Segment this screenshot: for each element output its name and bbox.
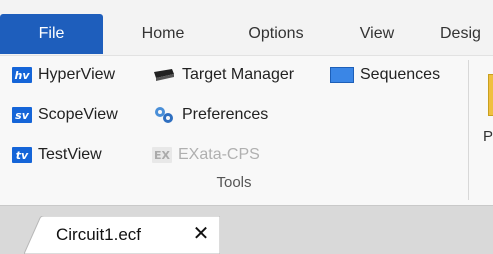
exata-cps-icon: EX	[152, 147, 172, 163]
tab-file[interactable]: File	[0, 14, 103, 54]
exata-cps-button[interactable]: EX EXata-CPS	[152, 142, 260, 168]
target-manager-label: Target Manager	[182, 66, 295, 83]
tab-options[interactable]: Options	[228, 14, 324, 54]
preferences-gear-icon	[152, 105, 176, 125]
scopeview-label: ScopeView	[38, 106, 118, 123]
document-tab-label: Circuit1.ecf	[56, 225, 142, 244]
tab-view[interactable]: View	[342, 14, 412, 54]
ribbon-tab-bar: File Home Options View Desig	[0, 0, 493, 55]
tab-home[interactable]: Home	[120, 14, 206, 54]
testview-icon: tv	[12, 147, 32, 163]
hyperview-icon: hv	[12, 67, 32, 83]
scopeview-icon: sv	[12, 107, 32, 123]
sequences-icon	[330, 67, 354, 83]
sequences-label: Sequences	[360, 66, 441, 83]
partial-ribbon-label: P	[483, 128, 493, 145]
hyperview-label: HyperView	[38, 66, 116, 83]
target-manager-icon	[152, 67, 176, 83]
scopeview-button[interactable]: sv ScopeView	[12, 102, 118, 128]
preferences-label: Preferences	[182, 106, 269, 123]
document-tab[interactable]: Circuit1.ecf ✕	[24, 216, 220, 254]
tools-group-label: Tools	[216, 174, 252, 191]
tab-design[interactable]: Desig	[440, 14, 493, 54]
exata-cps-label: EXata-CPS	[178, 146, 260, 163]
document-tab-strip: Circuit1.ecf ✕	[0, 205, 493, 254]
partial-ribbon-button[interactable]	[488, 74, 493, 116]
testview-button[interactable]: tv TestView	[12, 142, 102, 168]
preferences-button[interactable]: Preferences	[152, 102, 268, 128]
hyperview-button[interactable]: hv HyperView	[12, 62, 115, 88]
target-manager-button[interactable]: Target Manager	[152, 62, 294, 88]
close-icon[interactable]: ✕	[189, 221, 213, 247]
sequences-button[interactable]: Sequences	[330, 62, 440, 88]
group-separator	[468, 60, 469, 200]
testview-label: TestView	[38, 146, 102, 163]
